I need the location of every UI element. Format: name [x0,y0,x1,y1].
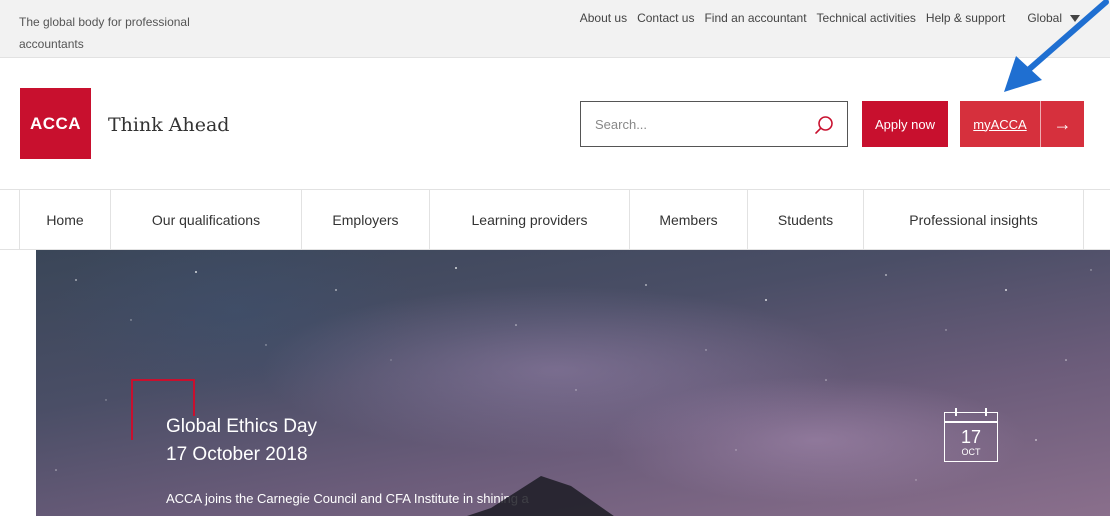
calendar-day: 17 [960,427,982,447]
calendar-bar [945,421,997,423]
nav-item-employers[interactable]: Employers [302,190,430,249]
tagline: The global body for professional account… [19,15,190,51]
calendar-ring [985,408,987,416]
link-technical-activities[interactable]: Technical activities [817,11,916,25]
calendar-ring [955,408,957,416]
link-find-accountant[interactable]: Find an accountant [704,11,806,25]
myacca-button[interactable]: myACCA → [960,101,1084,147]
apply-now-button[interactable]: Apply now [862,101,948,147]
nav-item-members[interactable]: Members [630,190,748,249]
link-about-us[interactable]: About us [580,11,627,25]
hero-title[interactable]: Global Ethics Day 17 October 2018 [166,413,317,469]
hero-title-line1: Global Ethics Day [166,416,318,437]
nav-item-professional-insights[interactable]: Professional insights [864,190,1084,249]
nav-item-qualifications[interactable]: Our qualifications [111,190,302,249]
hero-banner[interactable]: Global Ethics Day 17 October 2018 ACCA j… [36,250,1110,516]
myacca-label[interactable]: myACCA [960,117,1040,132]
link-contact-us[interactable]: Contact us [637,11,694,25]
calendar-icon: 17 OCT [944,408,998,462]
acca-logo[interactable]: ACCA [20,88,91,159]
nav-item-home[interactable]: Home [19,190,111,249]
arrow-right-icon[interactable]: → [1041,114,1084,135]
search-box [580,101,848,147]
nav-item-students[interactable]: Students [748,190,864,249]
utility-bar: The global body for professional account… [0,0,1110,58]
search-input[interactable] [581,102,801,146]
slogan: Think Ahead [108,114,230,136]
logo-text: ACCA [29,113,82,133]
main-nav: Home Our qualifications Employers Learni… [0,189,1110,250]
mountain-silhouette [467,476,614,516]
calendar-month: OCT [961,447,981,457]
nav-item-learning-providers[interactable]: Learning providers [430,190,630,249]
annotation-arrow-icon [1004,0,1109,92]
search-icon[interactable] [813,114,835,136]
hero-title-line2: 17 October 2018 [166,444,308,465]
